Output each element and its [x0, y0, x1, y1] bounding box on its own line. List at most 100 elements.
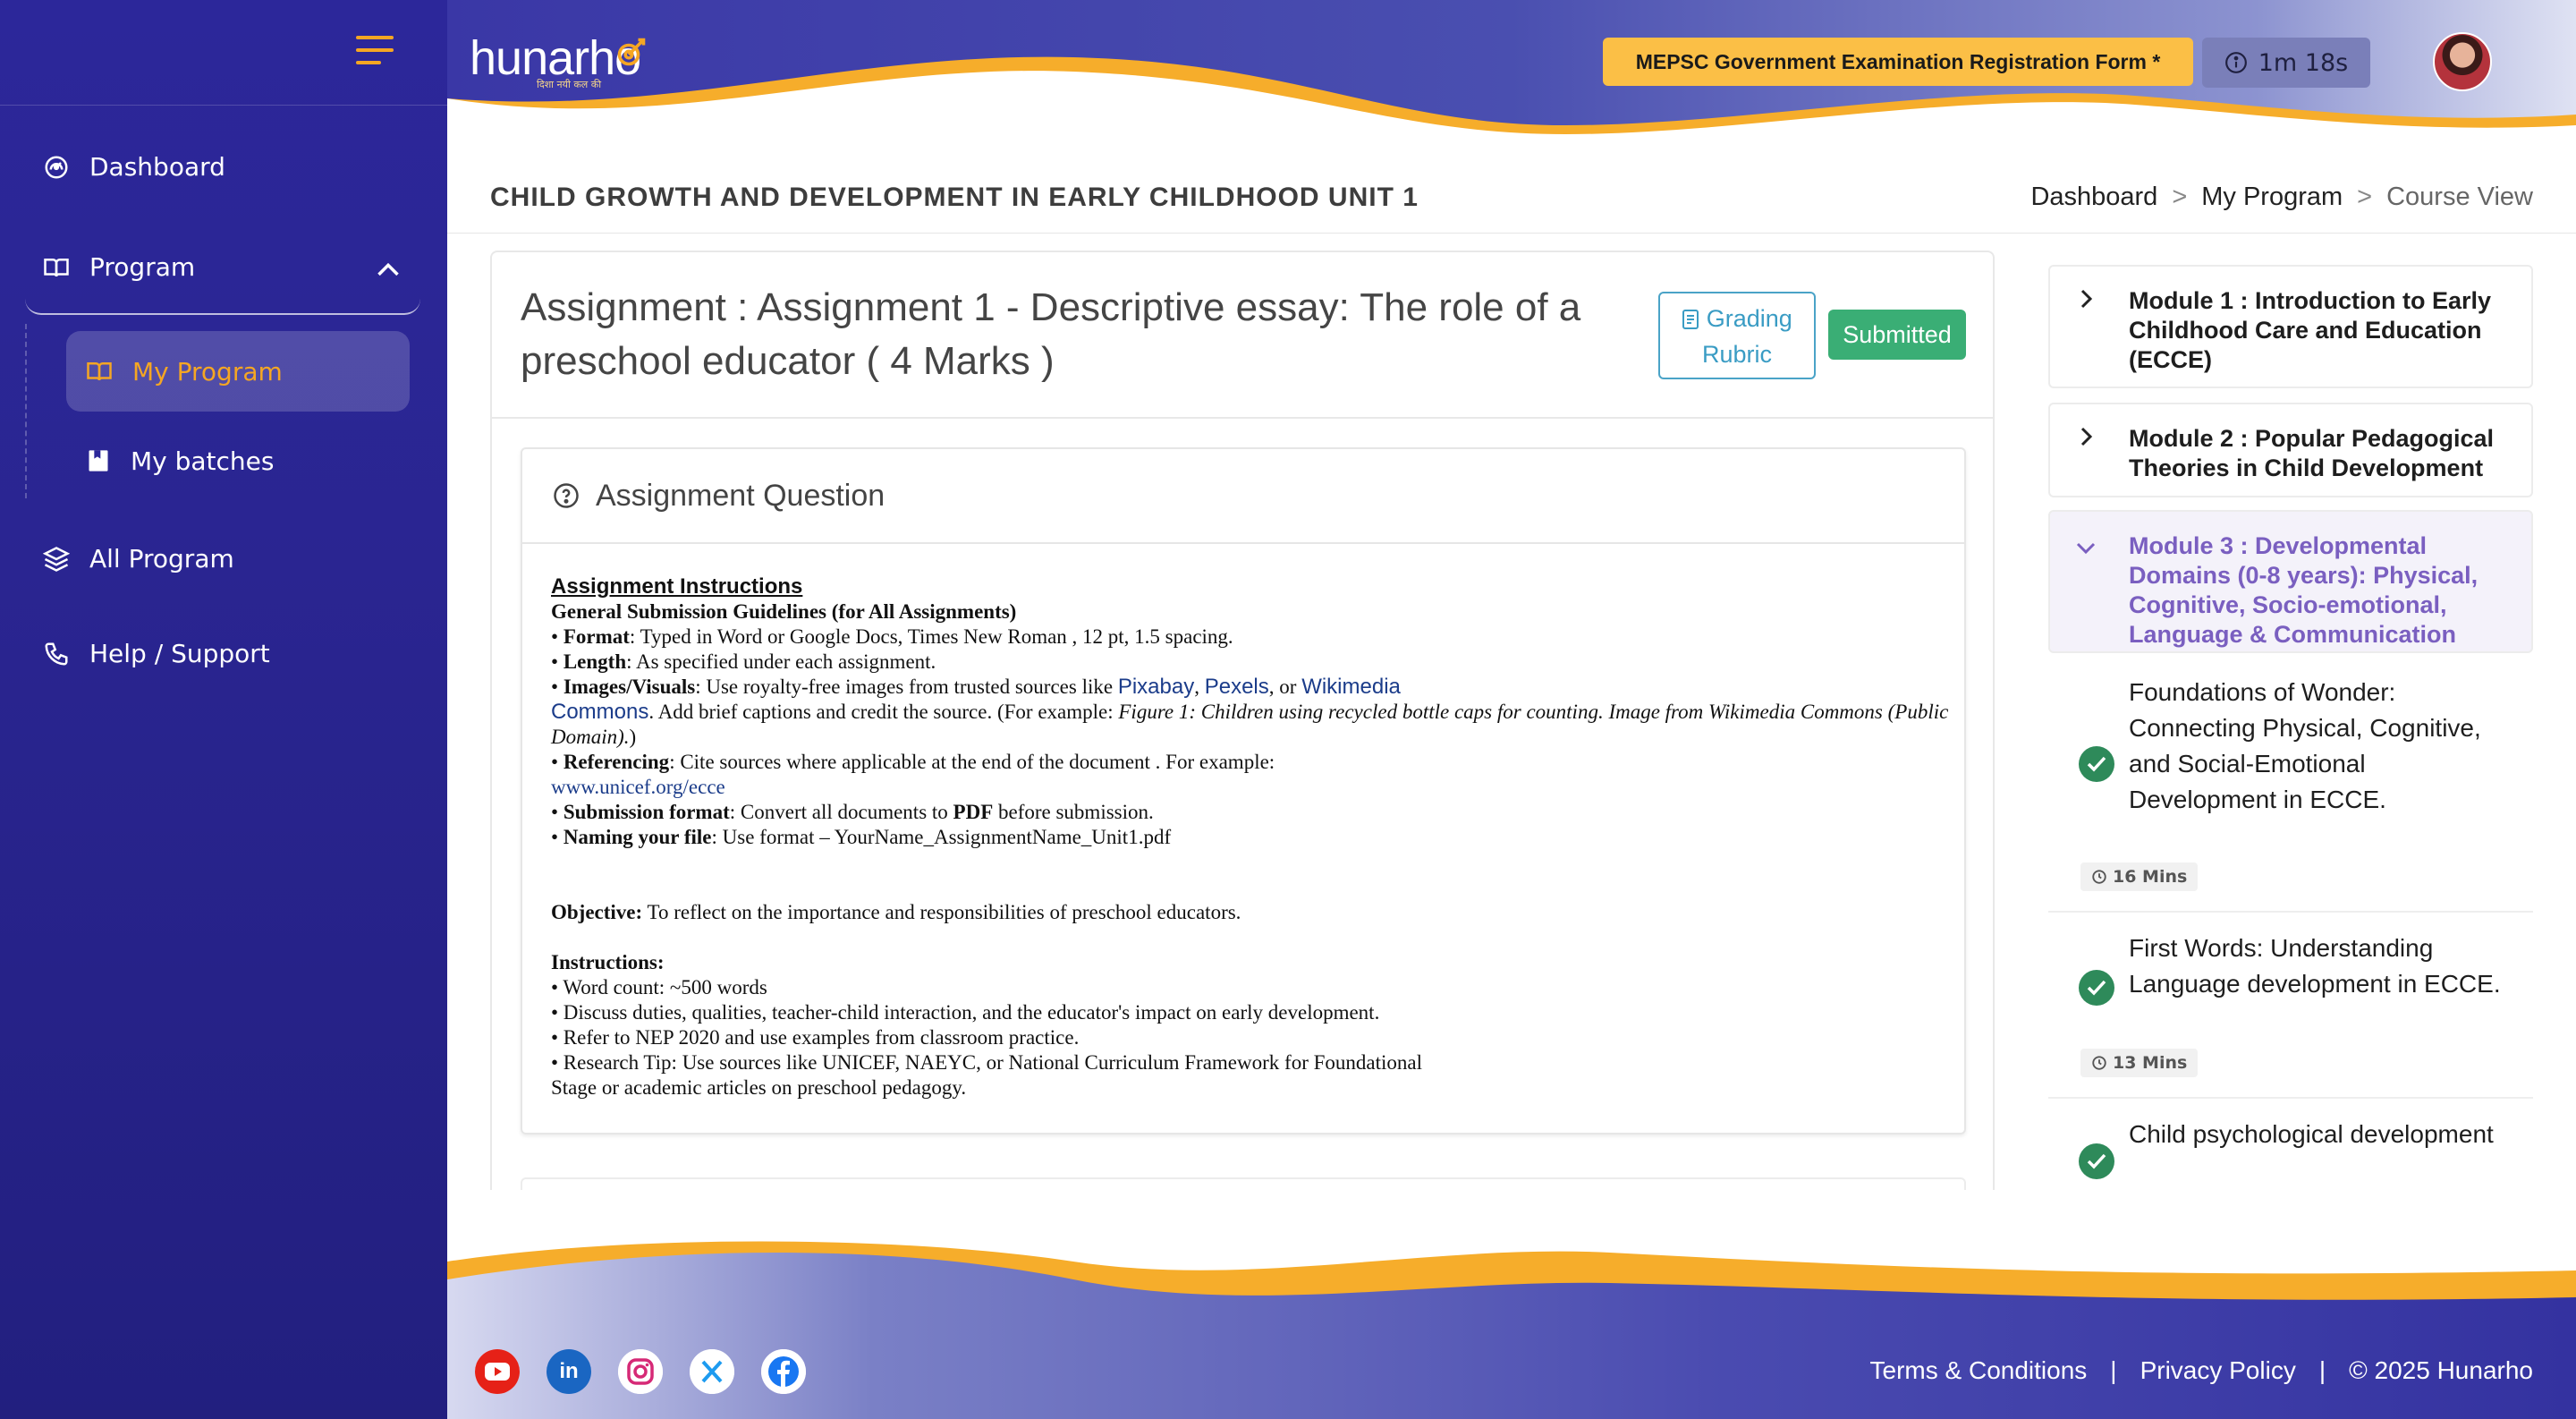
- user-avatar[interactable]: [2433, 32, 2492, 91]
- lesson-title: First Words: Understanding Language deve…: [2129, 934, 2501, 998]
- registration-form-badge[interactable]: MEPSC Government Examination Registratio…: [1603, 38, 2193, 86]
- breadcrumb: Dashboard > My Program > Course View: [2030, 183, 2533, 212]
- sidebar-item-dashboard[interactable]: Dashboard: [43, 152, 225, 182]
- bullet-item: • Research Tip: Use sources like UNICEF,…: [551, 1051, 1422, 1074]
- phone-icon: [45, 642, 68, 666]
- privacy-link[interactable]: Privacy Policy: [2140, 1356, 2296, 1385]
- naming-line: • Naming your file: Use format – YourNam…: [551, 826, 1172, 848]
- sidebar-item-label: Help / Support: [89, 639, 270, 668]
- module-item-3[interactable]: Module 3 : Developmental Domains (0-8 ye…: [2048, 510, 2533, 653]
- sidebar-item-all-program[interactable]: All Program: [43, 544, 234, 574]
- assignment-header: Assignment : Assignment 1 - Descriptive …: [492, 252, 1993, 419]
- info-icon: [2224, 52, 2247, 73]
- timer-value: 1m 18s: [2258, 48, 2349, 77]
- chevron-right-icon: [2080, 427, 2093, 446]
- next-section-box: [521, 1177, 1966, 1190]
- format-line: • Format: Typed in Word or Google Docs, …: [551, 625, 1233, 648]
- grading-rubric-button[interactable]: Grading Rubric: [1658, 292, 1816, 379]
- document-icon: [1682, 310, 1699, 329]
- chevron-up-icon[interactable]: [376, 259, 401, 279]
- images-text-3: ): [629, 726, 637, 748]
- module-list: Module 1 : Introduction to Early Childho…: [2048, 259, 2533, 1190]
- lesson-item-3[interactable]: Child psychological development: [2048, 1100, 2533, 1190]
- bullet-item: Stage or academic articles on preschool …: [551, 1076, 967, 1099]
- breadcrumb-my-program[interactable]: My Program: [2201, 183, 2343, 212]
- book-icon: [44, 258, 69, 276]
- pixabay-link[interactable]: Pixabay: [1118, 675, 1194, 699]
- sidebar-item-label: Program: [89, 252, 196, 282]
- sidebar-item-my-program[interactable]: My Program: [66, 331, 410, 412]
- facebook-icon[interactable]: [761, 1349, 806, 1394]
- lesson-duration-text: 16 Mins: [2113, 867, 2188, 887]
- sidebar-item-program[interactable]: Program: [43, 252, 195, 282]
- assignment-instructions: Assignment Instructions General Submissi…: [522, 544, 1964, 1100]
- module-item-2[interactable]: Module 2 : Popular Pedagogical Theories …: [2048, 403, 2533, 497]
- footer-separator: |: [2110, 1356, 2117, 1384]
- objective-text: To reflect on the importance and respons…: [642, 901, 1241, 923]
- completed-check-icon: [2079, 970, 2114, 1006]
- bullet-item: • Word count: ~500 words: [551, 976, 767, 998]
- assignment-question-heading: Assignment Question: [596, 478, 886, 513]
- app-root: Dashboard Program My Program My batches …: [0, 0, 2576, 1419]
- format-text: : Typed in Word or Google Docs, Times Ne…: [629, 625, 1233, 648]
- sidebar-top-bar: [0, 0, 447, 106]
- footer-links: Terms & Conditions | Privacy Policy | © …: [1870, 1356, 2533, 1385]
- format-label: Format: [563, 625, 630, 648]
- images-line: • Images/Visuals: Use royalty-free image…: [551, 675, 1401, 699]
- unicef-link[interactable]: www.unicef.org/ecce: [551, 776, 725, 798]
- help-circle-icon: [554, 483, 579, 508]
- sidebar-item-my-batches[interactable]: My batches: [66, 421, 410, 501]
- instructions-label: Instructions:: [551, 951, 665, 973]
- length-label: Length: [563, 650, 627, 673]
- dashboard-icon: [45, 156, 68, 178]
- submission-label: Submission format: [563, 801, 730, 823]
- lesson-duration-text: 13 Mins: [2113, 1053, 2188, 1073]
- rubric-label-line2: Rubric: [1701, 341, 1773, 368]
- lesson-duration: 16 Mins: [2080, 862, 2199, 891]
- commons-link[interactable]: Commons: [551, 700, 648, 724]
- objective-label: Objective:: [551, 901, 643, 923]
- pexels-link[interactable]: Pexels: [1205, 675, 1269, 699]
- assignment-question-header: Assignment Question: [522, 449, 1964, 544]
- module-title: Module 1 : Introduction to Early Childho…: [2129, 287, 2491, 373]
- module-item-1[interactable]: Module 1 : Introduction to Early Childho…: [2048, 265, 2533, 388]
- submenu-guide: [25, 324, 27, 498]
- assignment-card: Assignment : Assignment 1 - Descriptive …: [490, 251, 1995, 1190]
- bullet-item: • Refer to NEP 2020 and use examples fro…: [551, 1026, 1080, 1049]
- breadcrumb-separator: >: [2172, 183, 2188, 211]
- sidebar-item-label: Dashboard: [89, 152, 225, 182]
- page-title: CHILD GROWTH AND DEVELOPMENT IN EARLY CH…: [490, 183, 1419, 212]
- wikimedia-link[interactable]: Wikimedia: [1301, 675, 1401, 699]
- sidebar-item-label: All Program: [89, 544, 234, 574]
- sidebar-item-label: My Program: [132, 356, 283, 387]
- lesson-title: Foundations of Wonder: Connecting Physic…: [2129, 678, 2481, 813]
- lesson-item-2[interactable]: First Words: Understanding Language deve…: [2048, 914, 2533, 1099]
- bookmark-icon: [89, 450, 108, 472]
- linkedin-icon[interactable]: in: [547, 1349, 591, 1394]
- chevron-down-icon: [2076, 542, 2096, 555]
- lesson-duration: 13 Mins: [2080, 1049, 2199, 1077]
- objective-line: Objective: To reflect on the importance …: [551, 900, 1964, 925]
- guidelines-heading: General Submission Guidelines (for All A…: [551, 600, 1017, 623]
- instagram-icon[interactable]: [618, 1349, 663, 1394]
- breadcrumb-dashboard[interactable]: Dashboard: [2030, 183, 2157, 212]
- images-text-2: . Add brief captions and credit the sour…: [648, 701, 1119, 723]
- referencing-label: Referencing: [563, 751, 670, 773]
- naming-label: Naming your file: [563, 826, 712, 848]
- breadcrumb-current: Course View: [2386, 183, 2533, 211]
- submission-line: • Submission format: Convert all documen…: [551, 801, 1154, 823]
- menu-toggle-icon[interactable]: [356, 36, 395, 66]
- sidebar-item-help-support[interactable]: Help / Support: [43, 639, 270, 668]
- module-title: Module 2 : Popular Pedagogical Theories …: [2129, 425, 2495, 481]
- youtube-icon[interactable]: [475, 1349, 520, 1394]
- status-badge: Submitted: [1828, 310, 1966, 360]
- lesson-title: Child psychological development: [2129, 1120, 2494, 1148]
- module-title: Module 3 : Developmental Domains (0-8 ye…: [2129, 532, 2479, 648]
- terms-link[interactable]: Terms & Conditions: [1870, 1356, 2088, 1385]
- breadcrumb-separator: >: [2357, 183, 2373, 211]
- length-text: : As specified under each assignment.: [626, 650, 936, 673]
- bullet-item: • Discuss duties, qualities, teacher-chi…: [551, 1001, 1380, 1024]
- lesson-item-1[interactable]: Foundations of Wonder: Connecting Physic…: [2048, 653, 2533, 913]
- completed-check-icon: [2079, 746, 2114, 782]
- x-icon[interactable]: [690, 1349, 734, 1394]
